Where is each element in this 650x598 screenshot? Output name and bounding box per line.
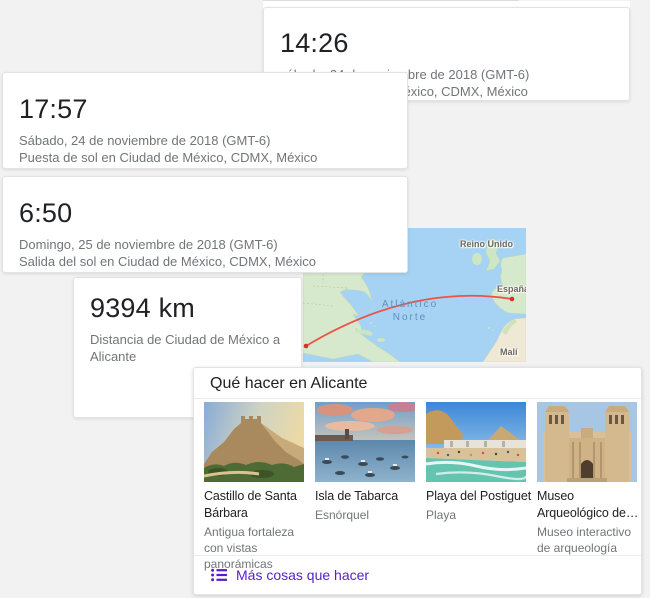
map-label-reino-unido: Reino Unido — [460, 239, 513, 249]
attraction-description: Esnórquel — [315, 507, 421, 523]
origin-dot-icon — [304, 344, 309, 349]
sunrise-date-line: Domingo, 25 de noviembre de 2018 (GMT-6) — [19, 236, 391, 253]
sunset-date-line: Sábado, 24 de noviembre de 2018 (GMT-6) — [19, 132, 391, 149]
sunrise-card: 6:50 Domingo, 25 de noviembre de 2018 (G… — [2, 176, 408, 273]
sunrise-value: 6:50 — [19, 198, 391, 228]
attraction-photo-castillo — [204, 402, 304, 482]
island — [374, 325, 376, 327]
hispaniola — [377, 338, 385, 342]
attraction-name: Castillo de Santa Bárbara — [204, 488, 310, 522]
attraction-card-tabarca[interactable]: Isla de Tabarca Esnórquel — [315, 402, 415, 572]
things-to-do-card: Qué hacer en Alicante — [193, 367, 642, 595]
ocean-label-line2: Norte — [360, 311, 460, 324]
attraction-name: Playa del Postiguet — [426, 488, 532, 505]
map-label-espana: España — [497, 284, 526, 294]
attraction-description: Museo interactivo de arqueología — [537, 524, 643, 556]
attraction-photo-postiguet — [426, 402, 526, 482]
attraction-card-postiguet[interactable]: Playa del Postiguet Playa — [426, 402, 526, 572]
attractions-carousel: Castillo de Santa Bárbara Antigua fortal… — [194, 399, 641, 572]
island — [488, 327, 490, 329]
map-label-atlantico-norte: Atlántico Norte — [360, 298, 460, 324]
attraction-description: Playa — [426, 507, 532, 523]
attraction-card-museo[interactable]: Museo Arqueológico de… Museo interactivo… — [537, 402, 637, 572]
attraction-name: Museo Arqueológico de… — [537, 488, 643, 522]
attraction-card-castillo[interactable]: Castillo de Santa Bárbara Antigua fortal… — [204, 402, 304, 572]
attraction-photo-museo — [537, 402, 637, 482]
list-icon — [211, 568, 227, 582]
destination-dot-icon — [510, 297, 515, 302]
distance-caption-line2: Alicante — [90, 348, 285, 365]
partial-card-edge-line — [263, 0, 519, 1]
time-value: 14:26 — [280, 28, 613, 58]
island — [492, 329, 494, 331]
things-to-do-footer: Más cosas que hacer — [194, 555, 641, 594]
sunset-caption: Puesta de sol en Ciudad de México, CDMX,… — [19, 149, 391, 166]
more-things-label: Más cosas que hacer — [236, 567, 369, 583]
distance-value: 9394 km — [90, 293, 285, 323]
map-label-mali: Malí — [500, 347, 518, 357]
attraction-name: Isla de Tabarca — [315, 488, 421, 505]
more-things-link[interactable]: Más cosas que hacer — [211, 567, 369, 583]
attraction-photo-tabarca — [315, 402, 415, 482]
sunrise-caption: Salida del sol en Ciudad de México, CDMX… — [19, 253, 391, 270]
things-to-do-title: Qué hacer en Alicante — [194, 368, 641, 399]
ocean-label-line1: Atlántico — [360, 298, 460, 311]
sunset-card: 17:57 Sábado, 24 de noviembre de 2018 (G… — [2, 72, 408, 169]
distance-caption-line1: Distancia de Ciudad de México a — [90, 331, 285, 348]
ireland — [472, 253, 482, 265]
sunset-value: 17:57 — [19, 94, 391, 124]
